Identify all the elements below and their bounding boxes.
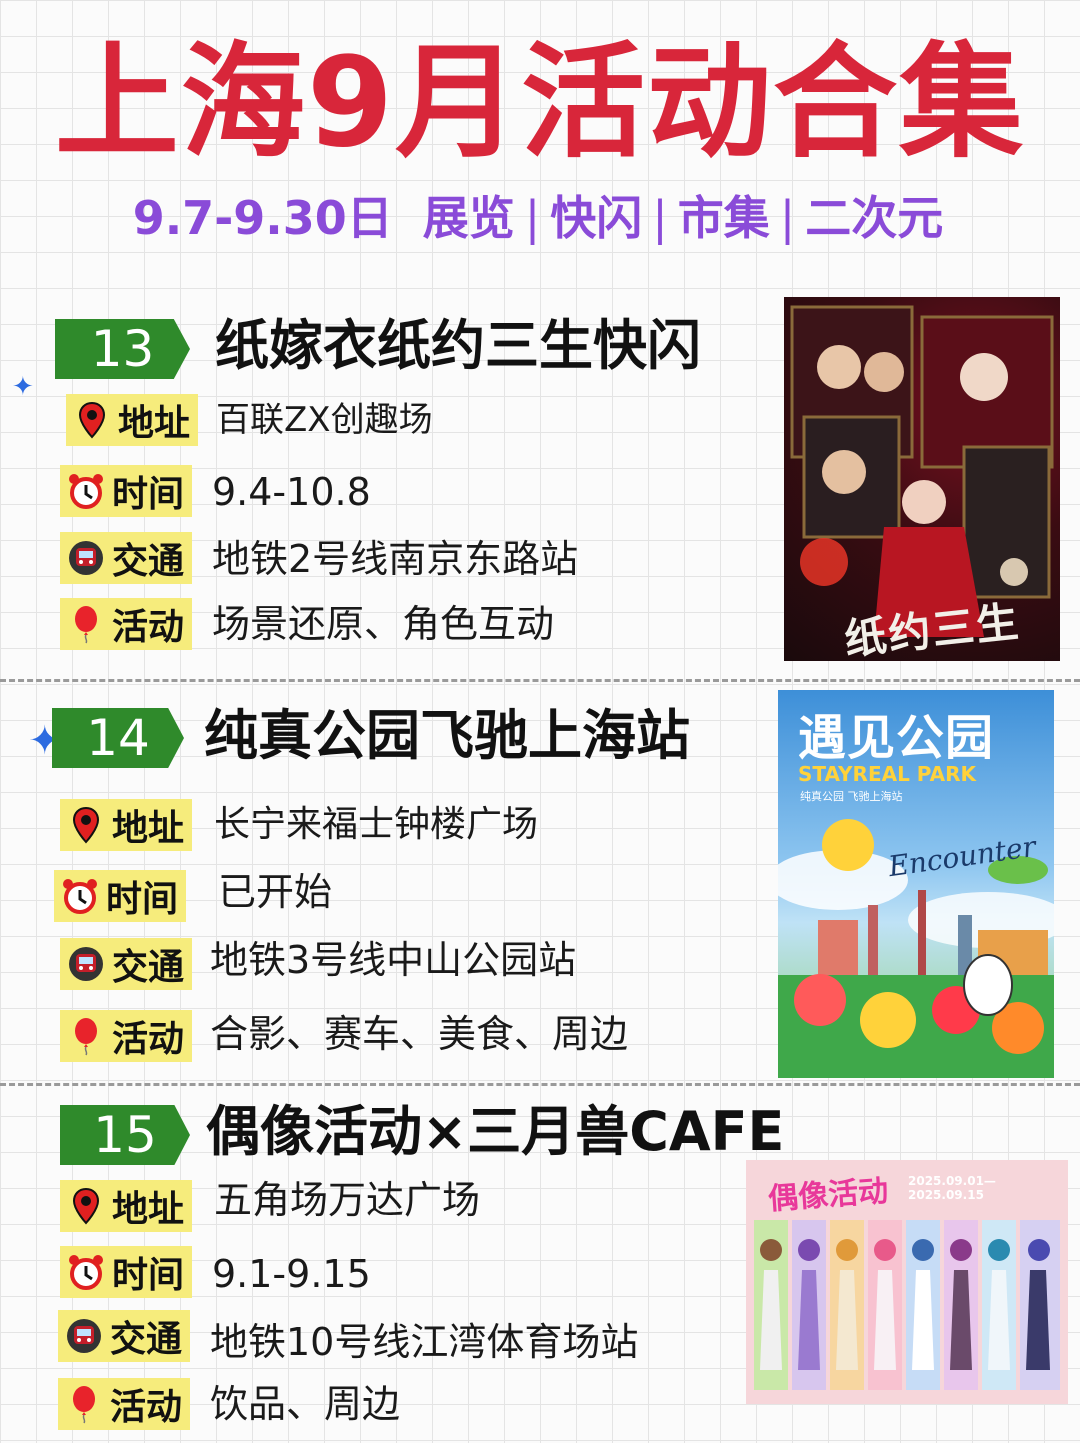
page-subtitle: 9.7-9.30日 展览 | 快闪 | 市集 | 二次元 — [0, 188, 1080, 248]
alarm-clock-icon — [66, 471, 106, 511]
metro-train-icon — [64, 1316, 104, 1356]
event-number-badge: 14 — [52, 708, 184, 768]
label-text: 交通 — [112, 541, 185, 582]
location-pin-icon — [72, 400, 112, 440]
event-transit: 地铁2号线南京东路站 — [212, 537, 579, 581]
location-pin-icon — [66, 805, 106, 845]
activity-label: 活动 — [60, 1010, 193, 1062]
event-time: 已开始 — [218, 870, 333, 914]
event-poster: 纸约三生 — [784, 297, 1060, 661]
label-text: 活动 — [112, 1019, 185, 1060]
subtitle-dates: 9.7-9.30日 — [132, 191, 393, 245]
subtitle-tag: 快闪 — [550, 191, 643, 245]
label-text: 时间 — [106, 879, 179, 920]
poster-title: 偶像活动 — [767, 1173, 890, 1218]
subtitle-separator: | — [652, 191, 668, 245]
address-label: 地址 — [60, 1180, 193, 1232]
section-divider — [0, 1083, 1080, 1086]
event-activity: 合影、赛车、美食、周边 — [210, 1012, 629, 1056]
address-label: 地址 — [66, 394, 199, 446]
label-text: 地址 — [112, 808, 185, 849]
event-transit: 地铁3号线中山公园站 — [210, 938, 577, 982]
label-text: 活动 — [110, 1387, 183, 1428]
section-divider — [0, 679, 1080, 682]
activity-label: 活动 — [60, 598, 193, 650]
address-label: 地址 — [60, 799, 193, 851]
alarm-clock-icon — [66, 1252, 106, 1292]
label-text: 地址 — [112, 1189, 185, 1230]
event-number-badge: 15 — [60, 1105, 190, 1165]
event-activity: 饮品、周边 — [210, 1382, 401, 1426]
activity-label: 活动 — [58, 1378, 191, 1430]
subtitle-tag: 二次元 — [805, 191, 944, 245]
alarm-clock-icon — [60, 876, 100, 916]
label-text: 交通 — [110, 1319, 183, 1360]
event-address: 百联ZX创趣场 — [216, 400, 433, 440]
subtitle-separator: | — [524, 191, 541, 245]
time-label: 时间 — [54, 870, 187, 922]
event-address: 五角场万达广场 — [214, 1178, 481, 1222]
poster-line: 纯真公园 飞驰上海站 — [800, 790, 903, 803]
subtitle-tag: 市集 — [677, 191, 770, 245]
event-time: 9.1-9.15 — [212, 1252, 371, 1296]
poster-title: 遇见公园 — [798, 710, 995, 766]
subtitle-tag: 展览 — [422, 191, 515, 245]
label-text: 地址 — [118, 403, 191, 444]
event-title: 偶像活动×三月兽CAFE — [206, 1100, 785, 1163]
transit-label: 交通 — [60, 938, 193, 990]
transit-label: 交通 — [60, 532, 193, 584]
label-text: 时间 — [112, 474, 185, 515]
sparkle-star-icon: ✦ — [12, 372, 34, 402]
poster-dates: 2025.09.01—2025.09.15 — [908, 1174, 996, 1202]
time-label: 时间 — [60, 465, 193, 517]
metro-train-icon — [66, 538, 106, 578]
balloon-icon — [64, 1384, 104, 1424]
transit-label: 交通 — [58, 1310, 191, 1362]
event-time: 9.4-10.8 — [212, 470, 371, 514]
event-title: 纯真公园飞驰上海站 — [204, 704, 690, 767]
poster-subtitle: STAYREAL PARK — [798, 762, 976, 786]
event-number-badge: 13 — [55, 319, 190, 379]
balloon-icon — [66, 604, 106, 644]
label-text: 活动 — [112, 607, 185, 648]
event-transit: 地铁10号线江湾体育场站 — [210, 1320, 639, 1364]
label-text: 时间 — [112, 1255, 185, 1296]
event-poster: 遇见公园 STAYREAL PARK 纯真公园 飞驰上海站 Encounter — [778, 690, 1054, 1078]
balloon-icon — [66, 1016, 106, 1056]
event-title: 纸嫁衣纸约三生快闪 — [215, 314, 701, 377]
location-pin-icon — [66, 1186, 106, 1226]
event-address: 长宁来福士钟楼广场 — [214, 804, 539, 845]
label-text: 交通 — [112, 947, 185, 988]
metro-train-icon — [66, 944, 106, 984]
page-title: 上海9月活动合集 — [54, 31, 1026, 175]
time-label: 时间 — [60, 1246, 193, 1298]
event-poster: 偶像活动 2025.09.01—2025.09.15 — [746, 1160, 1068, 1404]
event-activity: 场景还原、角色互动 — [212, 602, 555, 646]
subtitle-separator: | — [779, 191, 796, 245]
